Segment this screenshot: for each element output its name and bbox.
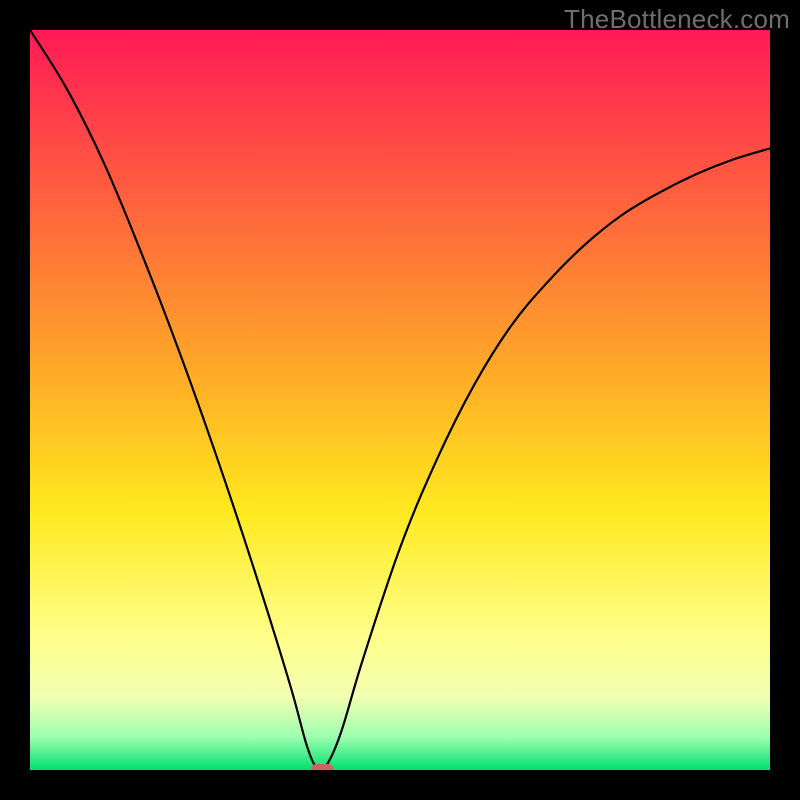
plot-area — [30, 30, 770, 770]
minimum-marker — [311, 764, 333, 770]
chart-frame: TheBottleneck.com — [0, 0, 800, 800]
chart-svg — [30, 30, 770, 770]
gradient-background — [30, 30, 770, 770]
